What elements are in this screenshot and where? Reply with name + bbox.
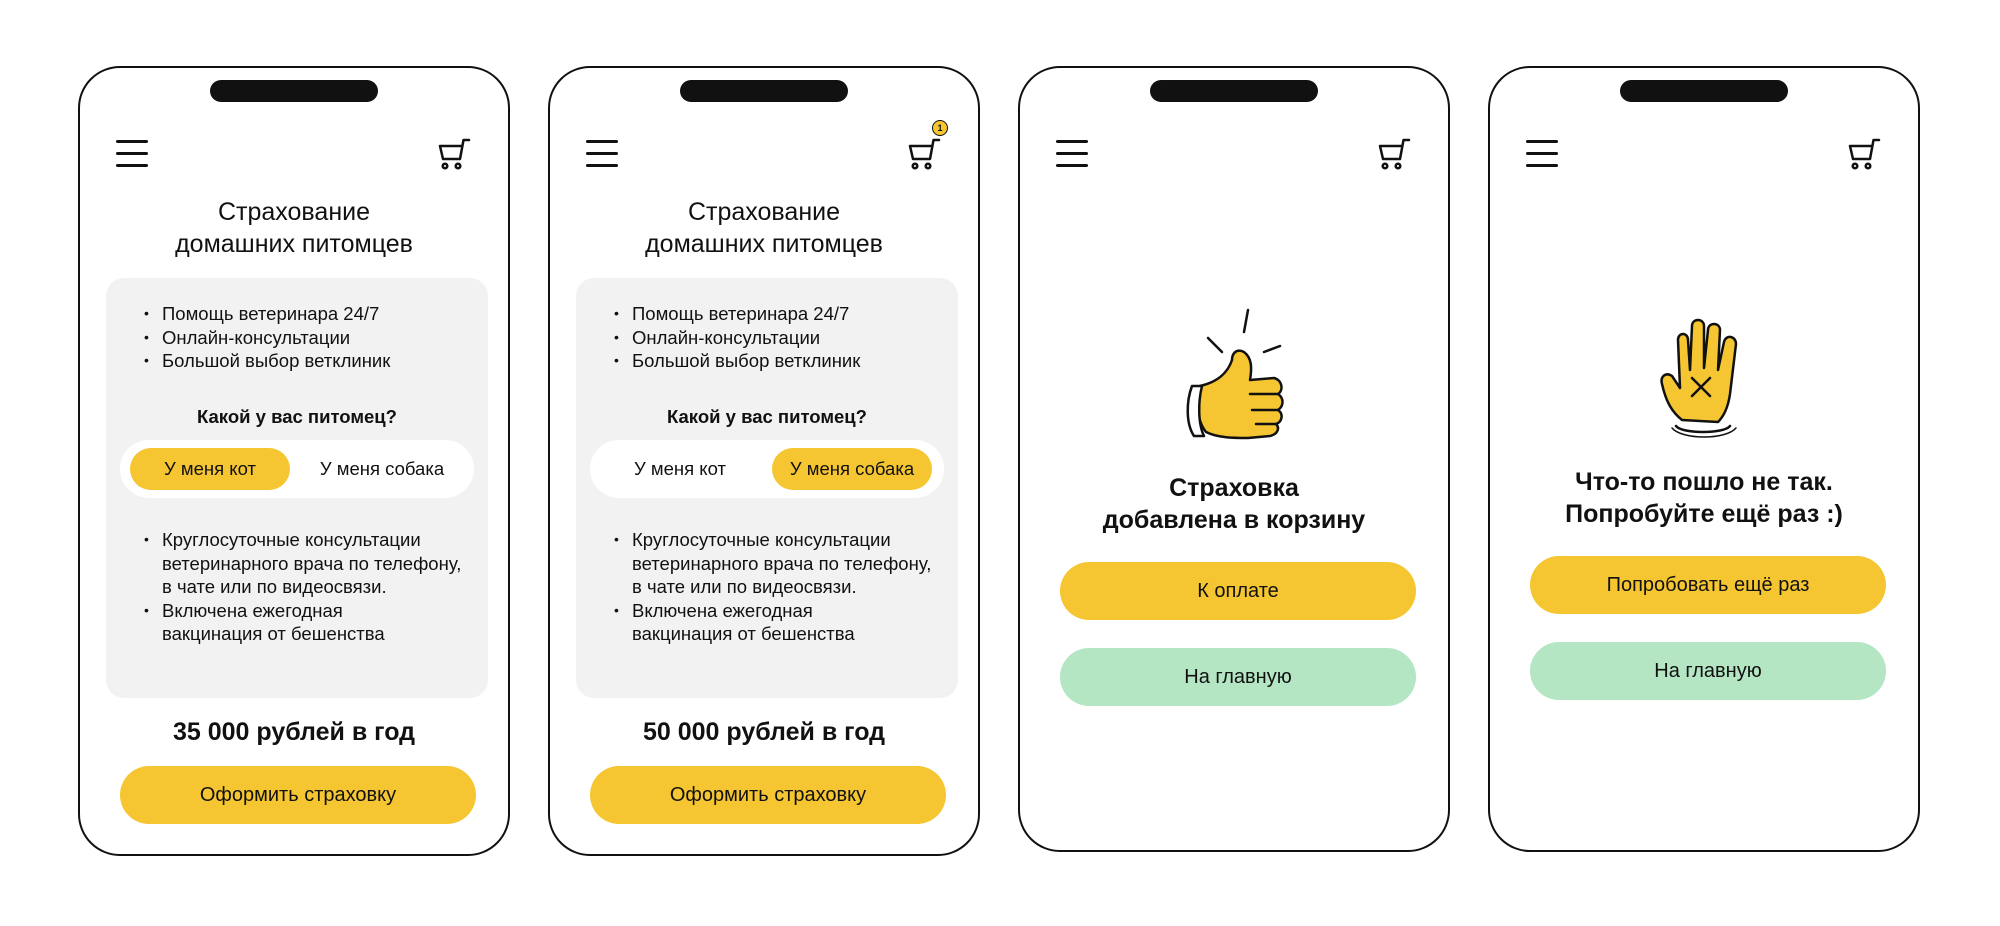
details-list: Круглосуточные консультации ветеринарног… [614,528,938,646]
cart-icon[interactable] [1846,136,1882,172]
list-item: Включена ежегодная вакцинация от бешенст… [144,599,422,646]
list-item: Онлайн-консультации [144,326,468,350]
list-item: Круглосуточные консультации ветеринарног… [144,528,462,599]
checkout-button[interactable]: К оплате [1060,562,1416,620]
hamburger-menu-icon[interactable] [1526,139,1558,167]
hamburger-menu-icon[interactable] [1056,139,1088,167]
phone-screen-1: Страхование домашних питомцев Помощь вет… [78,66,510,856]
pet-type-toggle: У меня кот У меня собака [590,440,944,498]
buy-insurance-button[interactable]: Оформить страховку [590,766,946,824]
list-item: Большой выбор ветклиник [614,349,938,373]
option-cat[interactable]: У меня кот [600,448,760,490]
hamburger-menu-icon[interactable] [586,139,618,167]
hamburger-menu-icon[interactable] [116,139,148,167]
price-label: 35 000 рублей в год [172,718,416,746]
buy-insurance-button[interactable]: Оформить страховку [120,766,476,824]
cart-icon[interactable] [1376,136,1412,172]
option-dog[interactable]: У меня собака [302,448,462,490]
thumbs-up-icon [1178,306,1288,451]
cart-icon[interactable]: 1 [906,120,948,172]
error-message: Что-то пошло не так. Попробуйте ещё раз … [1565,468,1843,528]
pet-question: Какой у вас питомец? [197,406,397,427]
stop-hand-icon [1658,316,1750,445]
features-list: Помощь ветеринара 24/7 Онлайн-консультац… [144,302,468,373]
phone-notch [210,80,378,102]
option-dog[interactable]: У меня собака [772,448,932,490]
list-item: Включена ежегодная вакцинация от бешенст… [614,599,892,646]
list-item: Помощь ветеринара 24/7 [144,302,468,326]
details-list: Круглосуточные консультации ветеринарног… [144,528,468,646]
retry-button[interactable]: Попробовать ещё раз [1530,556,1886,614]
phone-notch [680,80,848,102]
list-item: Большой выбор ветклиник [144,349,468,373]
page-title: Страхование домашних питомцев [645,198,883,258]
features-list: Помощь ветеринара 24/7 Онлайн-консультац… [614,302,938,373]
list-item: Онлайн-консультации [614,326,938,350]
list-item: Помощь ветеринара 24/7 [614,302,938,326]
list-item: Круглосуточные консультации ветеринарног… [614,528,932,599]
page-title: Страхование домашних питомцев [175,198,413,258]
phone-notch [1620,80,1788,102]
option-cat[interactable]: У меня кот [130,448,290,490]
price-label: 50 000 рублей в год [642,718,886,746]
cart-icon[interactable] [436,136,472,172]
pet-question: Какой у вас питомец? [667,406,867,427]
insurance-info-card: Помощь ветеринара 24/7 Онлайн-консультац… [106,278,488,698]
home-button[interactable]: На главную [1530,642,1886,700]
cart-count-badge: 1 [932,120,948,136]
phone-screen-4: Что-то пошло не так. Попробуйте ещё раз … [1488,66,1920,852]
pet-type-toggle: У меня кот У меня собака [120,440,474,498]
success-message: Страховка добавлена в корзину [1102,474,1366,534]
phone-screen-2: 1 Страхование домашних питомцев Помощь в… [548,66,980,856]
phone-notch [1150,80,1318,102]
insurance-info-card: Помощь ветеринара 24/7 Онлайн-консультац… [576,278,958,698]
home-button[interactable]: На главную [1060,648,1416,706]
phone-screen-3: Страховка добавлена в корзину К оплате Н… [1018,66,1450,852]
